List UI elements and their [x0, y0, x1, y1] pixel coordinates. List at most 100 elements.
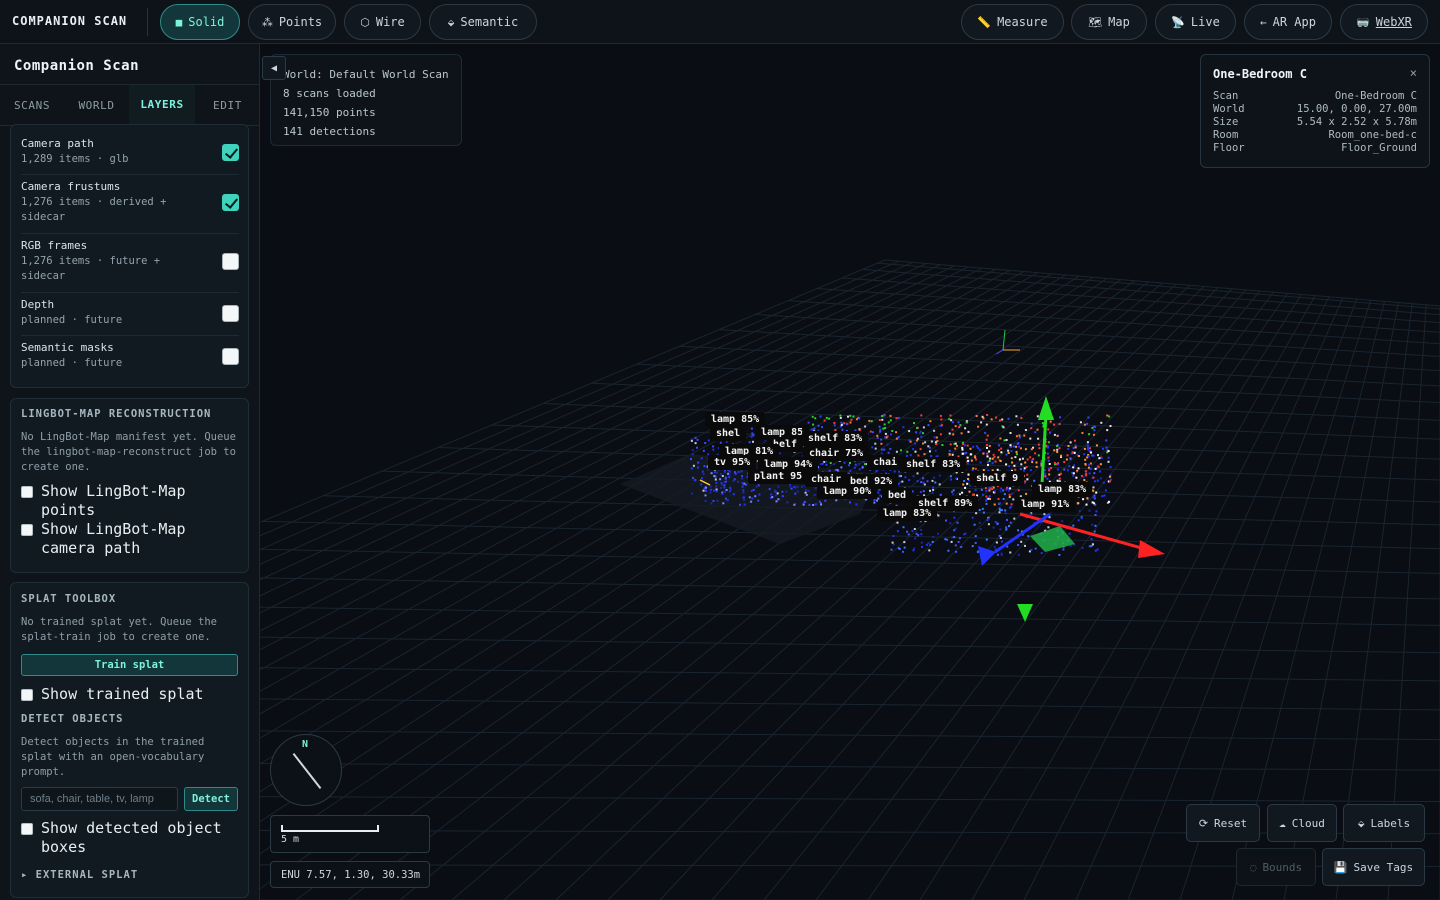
- cloud-point: [954, 527, 957, 530]
- cloud-point: [1053, 462, 1056, 464]
- map-icon: 🗺: [1088, 15, 1103, 29]
- cloud-point: [968, 490, 971, 493]
- cloud-point: [889, 414, 892, 417]
- mode-semantic-button[interactable]: ⬙ Semantic: [429, 4, 537, 40]
- detect-prompt-input[interactable]: sofa, chair, table, tv, lamp: [21, 787, 178, 811]
- cloud-point: [953, 516, 956, 519]
- cloud-point: [985, 489, 988, 492]
- close-icon[interactable]: ×: [1410, 66, 1417, 80]
- cloud-point: [1030, 548, 1033, 551]
- scene-canvas[interactable]: [260, 44, 1440, 900]
- detect-button[interactable]: Detect: [184, 787, 238, 811]
- detection-label[interactable]: bed: [882, 488, 913, 503]
- detection-label[interactable]: shelf 83%: [900, 457, 967, 472]
- cloud-point: [1074, 444, 1077, 447]
- layer-checkbox-camera-path[interactable]: [222, 144, 239, 161]
- tab-scans[interactable]: SCANS: [0, 85, 64, 126]
- cloud-point: [889, 419, 892, 422]
- checkbox[interactable]: [21, 486, 33, 498]
- compass[interactable]: N: [270, 734, 342, 806]
- cloud-point: [952, 493, 955, 496]
- save-tags-button[interactable]: 💾 Save Tags: [1322, 848, 1425, 886]
- cloud-point: [1094, 425, 1097, 428]
- detection-label[interactable]: tv 95%: [708, 455, 757, 470]
- cloud-point: [1092, 433, 1095, 436]
- detection-label[interactable]: shel: [710, 426, 747, 441]
- mode-points-button[interactable]: ⁂ Points: [248, 4, 336, 40]
- cloud-point: [771, 496, 774, 498]
- cloud-point: [997, 498, 1000, 500]
- cloud-point: [712, 500, 715, 502]
- layer-checkbox-depth[interactable]: [222, 305, 239, 322]
- cloud-point: [927, 445, 930, 448]
- cloud-point: [1092, 543, 1094, 546]
- show-lingbot-points-toggle[interactable]: Show LingBot-Map points: [21, 482, 248, 520]
- layer-checkbox-rgb-frames[interactable]: [222, 253, 239, 270]
- cloud-point: [1056, 434, 1059, 437]
- detection-label[interactable]: lamp 83%: [1032, 482, 1093, 497]
- cloud-point: [1067, 448, 1070, 450]
- show-detected-boxes-toggle[interactable]: Show detected object boxes: [21, 819, 241, 857]
- cloud-point: [1059, 416, 1062, 419]
- collapse-sidebar-button[interactable]: ◀: [262, 56, 286, 80]
- cloud-point: [1088, 472, 1091, 475]
- cloud-point: [701, 470, 704, 473]
- 3d-viewport[interactable]: lamp 85% shel lamp 85 helf lamp 81% shelf 83%…: [260, 44, 1440, 900]
- layer-checkbox-camera-frustums[interactable]: [222, 194, 239, 211]
- checkbox[interactable]: [21, 823, 33, 835]
- layer-checkbox-semantic-masks[interactable]: [222, 348, 239, 365]
- detection-label[interactable]: shelf 83%: [802, 431, 869, 446]
- cloud-point: [793, 503, 796, 506]
- mode-solid-button[interactable]: ■ Solid: [160, 4, 240, 40]
- cloud-point: [884, 427, 887, 429]
- cloud-point: [702, 473, 705, 476]
- cloud-point: [924, 441, 927, 444]
- layer-name: Camera path: [21, 137, 94, 150]
- cloud-point: [916, 427, 919, 430]
- cloud-point: [1018, 436, 1021, 439]
- tab-layers[interactable]: LAYERS: [129, 85, 195, 126]
- cloud-point: [790, 487, 793, 490]
- cloud-point: [951, 421, 954, 424]
- cloud-point: [1047, 428, 1050, 431]
- checkbox[interactable]: [21, 689, 33, 701]
- detection-label[interactable]: lamp 91%: [1015, 497, 1076, 512]
- cloud-toggle-button[interactable]: ☁ Cloud: [1267, 804, 1337, 842]
- show-lingbot-camera-path-toggle[interactable]: Show LingBot-Map camera path: [21, 520, 248, 558]
- cloud-point: [819, 463, 822, 466]
- cloud-point: [807, 490, 810, 492]
- detection-label[interactable]: plant 95: [748, 469, 809, 484]
- cloud-point: [887, 451, 890, 454]
- cloud-point: [1083, 453, 1086, 456]
- cloud-point: [948, 432, 951, 435]
- webxr-link[interactable]: 🥽 WebXR: [1340, 4, 1428, 40]
- tab-world[interactable]: WORLD: [64, 85, 129, 126]
- cloud-point: [1034, 452, 1037, 455]
- cloud-point: [963, 480, 966, 482]
- live-button[interactable]: 📡 Live: [1155, 4, 1236, 40]
- tab-edit[interactable]: EDIT: [195, 85, 259, 126]
- checkbox[interactable]: [21, 524, 33, 536]
- detection-label[interactable]: lamp 83%: [877, 506, 938, 521]
- detection-label[interactable]: lamp 90%: [817, 484, 878, 499]
- external-splat-expander[interactable]: ▸ EXTERNAL SPLAT: [21, 869, 138, 881]
- cloud-point: [878, 419, 881, 421]
- cloud-point: [956, 521, 959, 524]
- cloud-point: [1010, 503, 1013, 506]
- cloud-point: [1025, 466, 1028, 469]
- reset-view-button[interactable]: ⟳ Reset: [1186, 804, 1260, 842]
- tool-label: Measure: [997, 15, 1048, 29]
- cloud-point: [1013, 464, 1016, 467]
- cloud-point: [833, 463, 836, 466]
- measure-button[interactable]: 📏 Measure: [961, 4, 1064, 40]
- mode-wire-button[interactable]: ⬡ Wire: [344, 4, 421, 40]
- show-trained-splat-toggle[interactable]: Show trained splat: [21, 685, 204, 704]
- ar-app-button[interactable]: ← AR App: [1244, 4, 1332, 40]
- bounds-toggle-button[interactable]: ◌ Bounds: [1236, 848, 1316, 886]
- cloud-point: [974, 542, 977, 544]
- detection-label[interactable]: shelf 9: [970, 471, 1025, 486]
- train-splat-button[interactable]: Train splat: [21, 654, 238, 676]
- labels-toggle-button[interactable]: ⬙ Labels: [1343, 804, 1425, 842]
- detection-label[interactable]: chai: [867, 455, 904, 470]
- map-button[interactable]: 🗺 Map: [1071, 4, 1147, 40]
